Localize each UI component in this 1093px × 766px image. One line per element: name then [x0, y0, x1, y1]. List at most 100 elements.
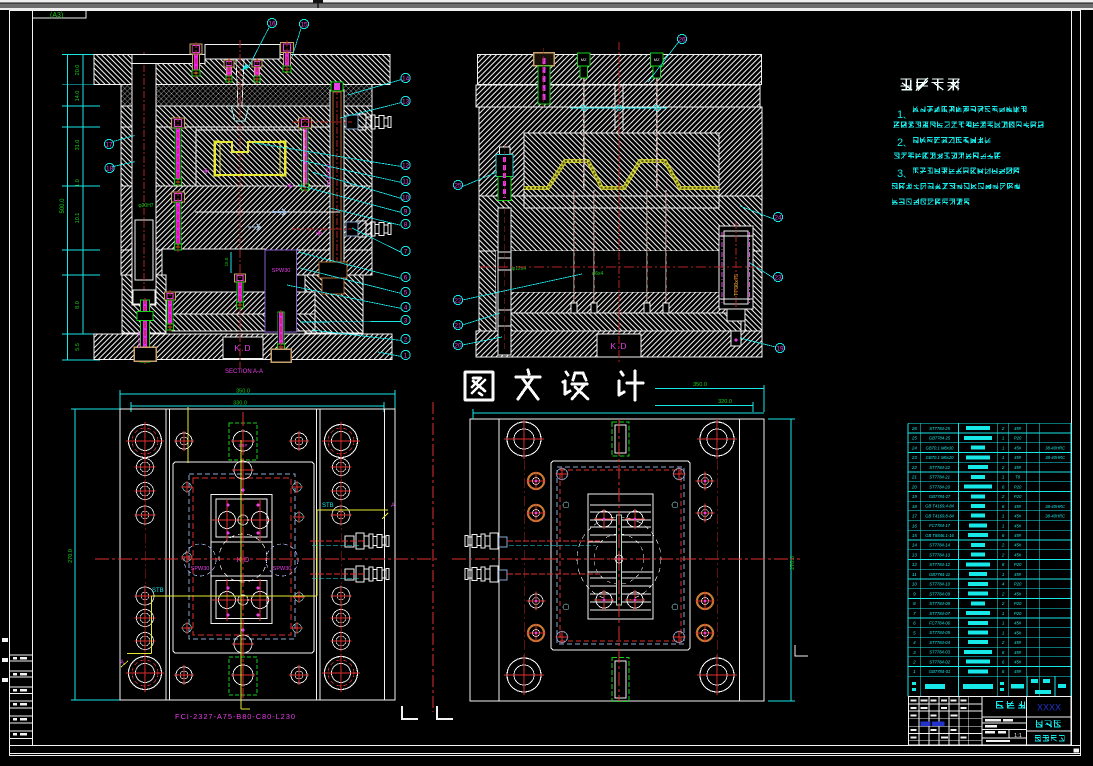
svg-text:2: 2	[1001, 552, 1005, 557]
svg-text:23: 23	[911, 455, 918, 460]
svg-text:GB7784-25: GB7784-25	[929, 436, 951, 441]
svg-text:45#: 45#	[1014, 523, 1022, 528]
svg-text:11: 11	[402, 178, 409, 185]
svg-text:38-40HRC: 38-40HRC	[1045, 455, 1066, 460]
svg-text:4: 4	[404, 304, 408, 311]
svg-text:GB70.1 M8x30: GB70.1 M8x30	[926, 445, 955, 450]
svg-text:1: 1	[404, 352, 408, 359]
svg-text:ST7784-20: ST7784-20	[929, 484, 950, 489]
svg-text:13: 13	[912, 552, 918, 557]
svg-text:ST7784-02: ST7784-02	[929, 659, 950, 664]
svg-text:20.0: 20.0	[75, 65, 81, 76]
svg-text:350.0: 350.0	[236, 389, 250, 395]
svg-text:16: 16	[912, 523, 918, 528]
svg-text:GB T4169.8-84: GB T4169.8-84	[925, 513, 954, 518]
svg-text:XXXX: XXXX	[1037, 703, 1061, 713]
svg-text:14.0: 14.0	[75, 91, 81, 102]
svg-text:2: 2	[912, 660, 916, 665]
svg-text:330.0: 330.0	[233, 401, 247, 407]
svg-text:26: 26	[678, 36, 686, 43]
svg-text:FC7784-17: FC7784-17	[929, 523, 951, 528]
svg-text:ST7784-10: ST7784-10	[929, 582, 950, 587]
svg-text:K.D: K.D	[234, 343, 251, 353]
svg-text:2: 2	[1001, 591, 1005, 596]
svg-text:45#: 45#	[1014, 543, 1022, 548]
svg-text:A: A	[391, 503, 395, 509]
svg-text:GB7784-11: GB7784-11	[929, 572, 950, 577]
svg-text:21: 21	[911, 475, 918, 480]
svg-text:38-40HRC: 38-40HRC	[1045, 504, 1066, 509]
svg-text:45#: 45#	[1014, 504, 1022, 509]
svg-text:φ20H7: φ20H7	[138, 203, 153, 209]
svg-text:5: 5	[404, 289, 408, 296]
svg-text:、: 、	[903, 170, 911, 179]
svg-text:SECTION A-A: SECTION A-A	[225, 369, 263, 375]
svg-text:31.0: 31.0	[75, 140, 81, 151]
svg-text:5.5: 5.5	[75, 343, 81, 351]
svg-text:2: 2	[1001, 640, 1005, 645]
svg-text:22: 22	[911, 465, 918, 470]
svg-text:38-40HRC: 38-40HRC	[1045, 514, 1066, 519]
svg-text:ST7784-22: ST7784-22	[929, 465, 950, 470]
svg-text:17: 17	[912, 514, 918, 519]
svg-text:2: 2	[1001, 494, 1005, 499]
svg-text:12: 12	[912, 562, 918, 567]
svg-text:2: 2	[1001, 601, 1005, 606]
svg-text:ST7784-25: ST7784-25	[929, 426, 950, 431]
svg-text:(A3): (A3)	[50, 12, 63, 19]
svg-text:45#: 45#	[1014, 630, 1022, 635]
svg-text:ST7784-04: ST7784-04	[929, 640, 950, 645]
svg-text:ST7784-12: ST7784-12	[929, 562, 950, 567]
svg-text:GB7784-27: GB7784-27	[929, 494, 951, 499]
svg-text:MZ: MZ	[654, 57, 660, 62]
svg-text:TP30x75: TP30x75	[734, 274, 740, 296]
svg-text:P20: P20	[1014, 436, 1022, 441]
svg-text:2: 2	[1001, 543, 1005, 548]
svg-text:P20: P20	[1014, 611, 1022, 616]
svg-text:2: 2	[1001, 465, 1005, 470]
svg-text:19: 19	[912, 494, 918, 499]
svg-text:P20: P20	[1014, 494, 1022, 499]
svg-text:11: 11	[912, 572, 917, 577]
svg-text:φ12x150: φ12x150	[326, 164, 332, 186]
svg-text:M30X90: M30X90	[137, 331, 142, 348]
svg-text:SPW30: SPW30	[191, 566, 210, 572]
svg-text:45#: 45#	[1014, 572, 1022, 577]
svg-text:16: 16	[268, 20, 276, 27]
svg-text:23: 23	[774, 274, 782, 281]
svg-text:9: 9	[404, 208, 408, 215]
svg-text:STB: STB	[322, 503, 334, 509]
svg-text:P20: P20	[1014, 582, 1022, 587]
svg-text:ST7784-09: ST7784-09	[929, 591, 950, 596]
svg-text:GB7784-01: GB7784-01	[929, 669, 950, 674]
svg-text:SPW30: SPW30	[273, 566, 292, 572]
svg-text:26: 26	[911, 426, 918, 431]
svg-text:10: 10	[402, 194, 410, 201]
svg-text:45#: 45#	[1014, 465, 1022, 470]
svg-text:270.0: 270.0	[68, 549, 74, 563]
svg-text:8.0: 8.0	[75, 301, 81, 309]
svg-text:45#: 45#	[1014, 426, 1022, 431]
svg-text:1.0: 1.0	[75, 179, 81, 187]
svg-text:15.0: 15.0	[224, 257, 229, 266]
svg-text:2: 2	[1001, 426, 1005, 431]
svg-text:GB T4169.4-84: GB T4169.4-84	[925, 504, 954, 509]
svg-text:24: 24	[911, 445, 918, 450]
svg-text:45#: 45#	[1014, 640, 1022, 645]
svg-text:GB T8846.1-16: GB T8846.1-16	[925, 533, 954, 538]
svg-text:MZ: MZ	[581, 57, 587, 62]
svg-text:45#: 45#	[1014, 455, 1022, 460]
svg-text:25: 25	[911, 436, 918, 441]
svg-text:45#: 45#	[1014, 660, 1022, 665]
svg-text:、: 、	[903, 139, 911, 148]
svg-text:45#: 45#	[1014, 591, 1022, 596]
svg-text:3: 3	[404, 317, 408, 324]
svg-text:24: 24	[774, 214, 782, 221]
svg-text:ST7784-03: ST7784-03	[929, 650, 950, 655]
svg-text:45#: 45#	[1014, 621, 1022, 626]
svg-text:SPW30: SPW30	[272, 268, 291, 274]
svg-text:P20: P20	[1014, 562, 1022, 567]
svg-text:15: 15	[912, 533, 918, 538]
svg-text:21: 21	[454, 322, 462, 329]
svg-text:、: 、	[903, 111, 911, 120]
